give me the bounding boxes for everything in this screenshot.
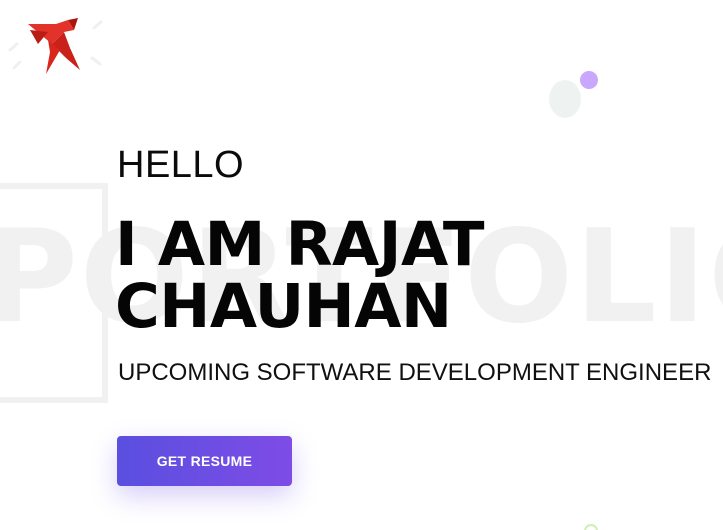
site-logo[interactable] xyxy=(8,14,104,76)
decorative-blob-grey xyxy=(549,80,581,118)
hero-name-line-2: CHAUHAN xyxy=(115,271,452,342)
landing-page: PORTFOLIO HELLO I AM RAJAT CHAUHAN UPCOM… xyxy=(0,0,723,530)
phoenix-logo-icon xyxy=(8,18,103,74)
get-resume-button[interactable]: GET RESUME xyxy=(117,436,292,486)
hero-greeting: HELLO xyxy=(117,144,245,186)
hero-name: I AM RAJAT CHAUHAN xyxy=(115,209,485,342)
hero-name-line-1: I AM RAJAT xyxy=(115,209,485,280)
decorative-blob-purple xyxy=(580,71,598,89)
hero-tagline: UPCOMING SOFTWARE DEVELOPMENT ENGINEER xyxy=(118,359,712,386)
decorative-ring-green xyxy=(584,524,598,530)
